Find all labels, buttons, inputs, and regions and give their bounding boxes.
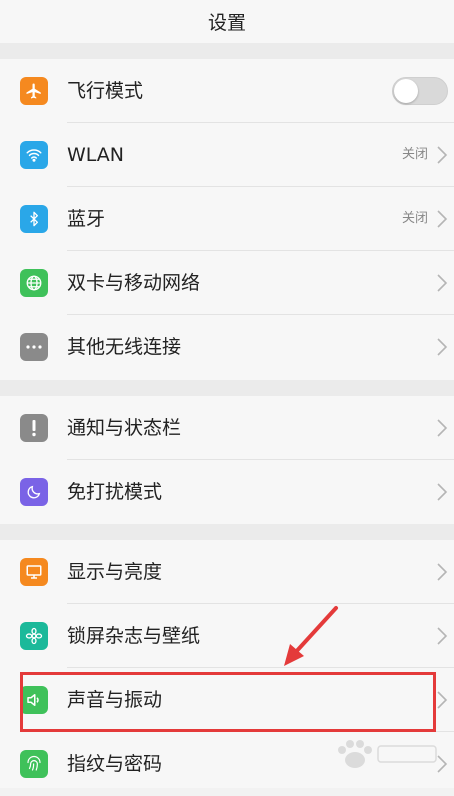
airplane-icon (20, 77, 48, 105)
status-value: 关闭 (401, 147, 428, 162)
monitor-icon (20, 558, 48, 586)
chevron-right-icon (437, 210, 448, 228)
chevron-right-icon (437, 419, 448, 437)
chevron-right-icon (437, 755, 448, 773)
wifi-icon (20, 141, 48, 169)
settings-item-notifications[interactable]: 通知与状态栏 (0, 396, 454, 460)
settings-item-sound-vibration[interactable]: 声音与振动 (0, 668, 454, 732)
settings-item-label: 指纹与密码 (67, 753, 163, 775)
more-dots-icon (20, 333, 48, 361)
flower-icon (20, 622, 48, 650)
settings-item-airplane-mode[interactable]: 飞行模式 (0, 59, 454, 123)
speaker-icon (20, 686, 48, 714)
settings-item-label: 声音与振动 (67, 689, 163, 711)
settings-item-label: 通知与状态栏 (67, 417, 182, 439)
airplane-mode-toggle[interactable] (392, 77, 448, 105)
settings-item-label: 飞行模式 (67, 80, 144, 102)
section-gap (0, 380, 454, 396)
globe-icon (20, 269, 48, 297)
title-bar: 设置 (0, 0, 454, 43)
section-gap (0, 43, 454, 59)
status-value: 关闭 (401, 211, 428, 226)
settings-item-lockscreen-wallpaper[interactable]: 锁屏杂志与壁纸 (0, 604, 454, 668)
settings-item-do-not-disturb[interactable]: 免打扰模式 (0, 460, 454, 524)
chevron-right-icon (437, 338, 448, 356)
chevron-right-icon (437, 627, 448, 645)
settings-item-label: 免打扰模式 (67, 481, 163, 503)
settings-item-bluetooth[interactable]: 蓝牙 关闭 (0, 187, 454, 251)
chevron-right-icon (437, 691, 448, 709)
exclamation-icon (20, 414, 48, 442)
chevron-right-icon (437, 274, 448, 292)
toggle-knob (394, 79, 418, 103)
page-title: 设置 (207, 12, 246, 34)
settings-item-label: WLAN (67, 144, 125, 166)
chevron-right-icon (437, 146, 448, 164)
bluetooth-icon (20, 205, 48, 233)
chevron-right-icon (437, 563, 448, 581)
chevron-right-icon (437, 483, 448, 501)
settings-item-label: 锁屏杂志与壁纸 (67, 625, 201, 647)
settings-item-label: 双卡与移动网络 (67, 272, 201, 294)
fingerprint-icon (20, 750, 48, 778)
moon-icon (20, 478, 48, 506)
settings-item-dual-sim[interactable]: 双卡与移动网络 (0, 251, 454, 315)
settings-item-other-wireless[interactable]: 其他无线连接 (0, 315, 454, 380)
settings-item-label: 其他无线连接 (67, 336, 182, 358)
settings-item-display-brightness[interactable]: 显示与亮度 (0, 540, 454, 604)
settings-item-fingerprint-password[interactable]: 指纹与密码 (0, 732, 454, 788)
settings-item-label: 蓝牙 (67, 208, 106, 230)
section-gap (0, 524, 454, 540)
settings-item-wlan[interactable]: WLAN 关闭 (0, 123, 454, 187)
settings-item-label: 显示与亮度 (67, 561, 163, 583)
